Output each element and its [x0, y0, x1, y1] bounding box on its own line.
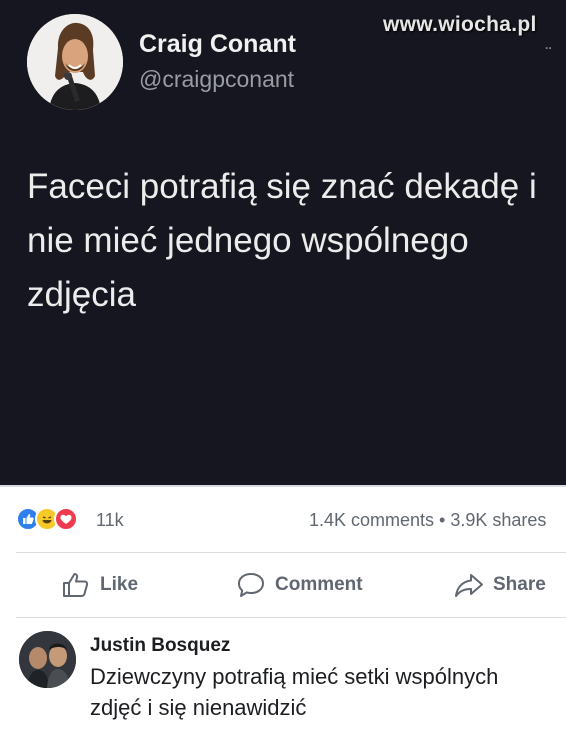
- site-watermark: www.wiocha.pl: [383, 13, 537, 36]
- post-actions: Like Comment Share: [0, 565, 566, 605]
- divider: [16, 617, 566, 618]
- comment-button[interactable]: Comment: [235, 565, 363, 605]
- author-avatar[interactable]: [27, 14, 123, 110]
- comment-text: Dziewczyny potrafią mieć setki wspólnych…: [90, 664, 499, 720]
- comment-item: Justin Bosquez Dziewczyny potrafią mieć …: [0, 626, 566, 740]
- tweet-text: Faceci potrafią się znać dekadę i nie mi…: [27, 167, 537, 314]
- comment-bubble-icon: [235, 569, 267, 601]
- reaction-count[interactable]: 11k: [96, 510, 124, 531]
- author-handle[interactable]: @craigpconant: [139, 66, 294, 93]
- like-button[interactable]: Like: [60, 565, 138, 605]
- share-arrow-icon: [453, 569, 485, 601]
- divider: [16, 552, 566, 553]
- tweet-card: Craig Conant @craigpconant www.wiocha.pl…: [0, 0, 566, 485]
- author-name[interactable]: Craig Conant: [139, 30, 296, 59]
- thumbs-up-icon: [60, 569, 92, 601]
- comment-label: Comment: [275, 574, 363, 595]
- post-stats: 11k 1.4K comments • 3.9K shares: [0, 503, 566, 537]
- share-button[interactable]: Share: [453, 565, 546, 605]
- like-label: Like: [100, 574, 139, 595]
- reaction-icons[interactable]: [16, 507, 94, 533]
- divider: [0, 485, 566, 487]
- share-label: Share: [493, 574, 546, 595]
- love-reaction-icon: [54, 507, 78, 531]
- commenter-name[interactable]: Justin Bosquez: [90, 635, 230, 657]
- comments-shares-count[interactable]: 1.4K comments • 3.9K shares: [309, 510, 546, 531]
- watermark-dots: ..: [545, 38, 552, 52]
- commenter-avatar[interactable]: [19, 631, 76, 688]
